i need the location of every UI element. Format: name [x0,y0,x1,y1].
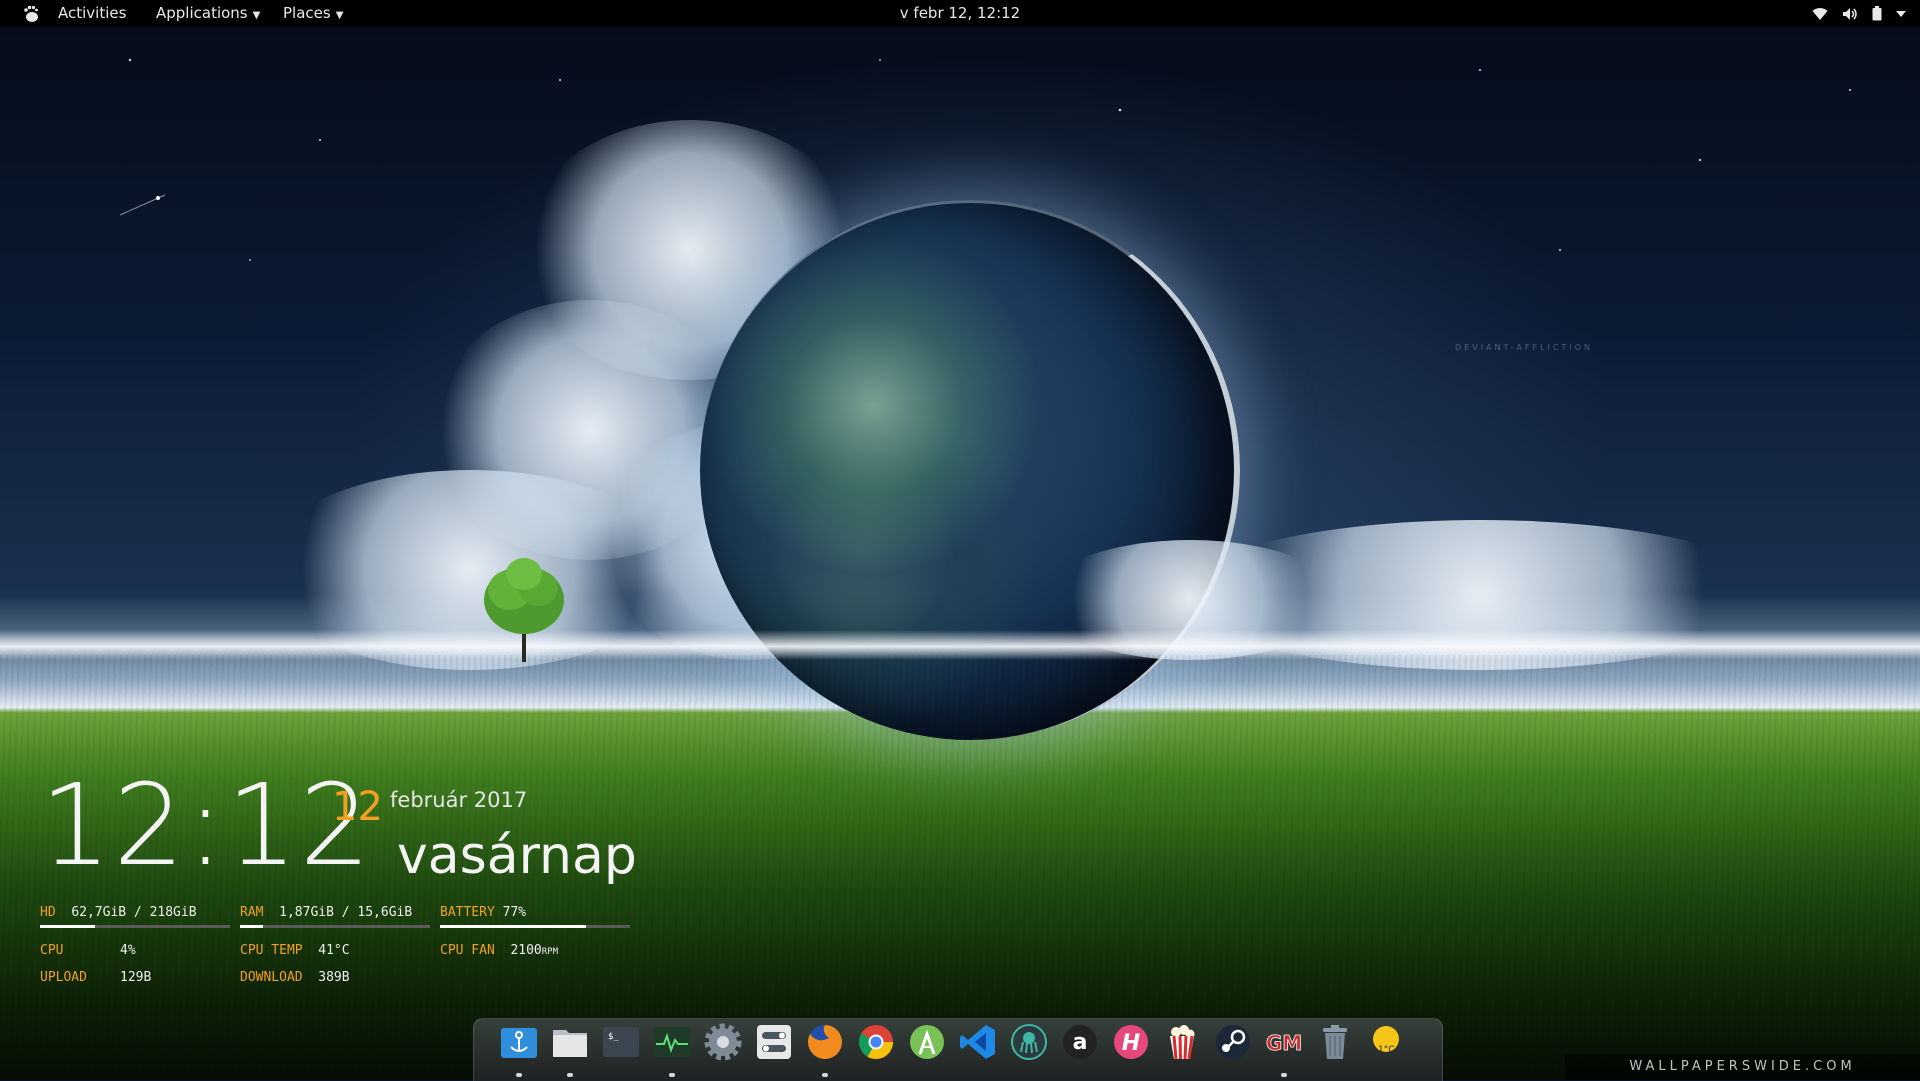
gnome-foot-icon[interactable] [20,0,42,27]
ram-label: RAM [240,905,264,920]
battery-label: BATTERY [440,905,495,920]
activities-button[interactable]: Activities [58,0,126,27]
battery-stat: BATTERY 77% [440,905,630,928]
amazon-icon[interactable]: a [1058,1020,1102,1064]
cpu-temp-label: CPU TEMP [240,943,303,958]
weather-temperature: 1°C [1378,1045,1395,1055]
system-tray[interactable] [1812,0,1906,27]
hd-value: 62,7GiB / 218GiB [71,905,197,920]
conky-time: 12:12 [40,761,373,891]
site-watermark: WALLPAPERSWIDE.COM [1565,1054,1920,1080]
conky-day: 12 [332,784,383,830]
applications-menu[interactable]: Applications ▼ [156,0,260,27]
steam-icon[interactable] [1211,1020,1255,1064]
cpu-temp-stat: CPU TEMP 41°C [240,943,350,958]
trash-icon[interactable] [1313,1020,1357,1064]
vscode-icon[interactable] [956,1020,1000,1064]
upload-stat: UPLOAD 129B [40,970,151,985]
cpu-label: CPU [40,943,64,958]
battery-icon [1872,6,1882,21]
hyper-icon[interactable]: H [1109,1020,1153,1064]
ram-usage-bar [240,925,430,928]
running-indicator [567,1073,573,1077]
cpu-temp-value: 41°C [318,943,350,958]
cpu-stat: CPU 4% [40,943,136,958]
hd-label: HD [40,905,56,920]
cpu-fan-label: CPU FAN [440,943,495,958]
popcorn-time-icon[interactable] [1160,1020,1204,1064]
svg-text:H: H [1122,1031,1140,1056]
gitkraken-icon[interactable] [1007,1020,1051,1064]
places-menu[interactable]: Places ▼ [283,0,343,27]
settings-gear-icon[interactable] [701,1020,745,1064]
android-studio-icon[interactable] [905,1020,949,1064]
volume-icon [1843,7,1857,20]
wallpaper-signature: DEVIANT-AFFLICTION [1455,343,1593,352]
download-stat: DOWNLOAD 389B [240,970,350,985]
tree [484,558,564,662]
caret-down-icon: ▼ [252,10,261,21]
top-panel: Activities Applications ▼ Places ▼ v febr … [0,0,1920,27]
conky-month-year: február 2017 [390,788,528,812]
cpu-value: 4% [120,943,136,958]
applications-label: Applications [156,4,248,22]
battery-level-fill [440,925,587,928]
caret-down-icon: ▼ [335,10,344,21]
cpu-fan-stat: CPU FAN 2100RPM [440,943,558,958]
download-label: DOWNLOAD [240,970,303,985]
svg-text:$_: $_ [608,1032,619,1042]
cpu-fan-unit: RPM [541,947,559,957]
hd-stat: HD 62,7GiB / 218GiB [40,905,230,928]
battery-level-bar [440,925,630,928]
svg-text:GM: GM [1266,1031,1302,1055]
ram-usage-fill [240,925,263,928]
anchor-app-icon[interactable] [497,1020,541,1064]
system-monitor-icon[interactable] [650,1020,694,1064]
battery-value: 77% [502,905,527,920]
tweaks-icon[interactable] [752,1020,796,1064]
upload-value: 129B [120,970,152,985]
running-indicator [669,1073,675,1077]
upload-label: UPLOAD [40,970,87,985]
places-label: Places [283,4,331,22]
conky-weekday: vasárnap [397,826,637,886]
chrome-icon[interactable] [854,1020,898,1064]
running-indicator [516,1073,522,1077]
clock-button[interactable]: v febr 12, 12:12 [900,4,1020,22]
gm-icon[interactable]: GM [1262,1020,1306,1064]
running-indicator [1281,1073,1287,1077]
svg-text:a: a [1073,1030,1088,1055]
hd-usage-bar [40,925,230,928]
weather-icon[interactable]: 1°C [1364,1020,1408,1064]
hd-usage-fill [40,925,96,928]
cpu-fan-value: 2100 [510,943,542,958]
ram-stat: RAM 1,87GiB / 15,6GiB [240,905,430,928]
power-menu-icon [1896,10,1906,17]
download-value: 389B [318,970,350,985]
wifi-icon [1812,7,1828,20]
firefox-icon[interactable] [803,1020,847,1064]
running-indicator [822,1073,828,1077]
ram-value: 1,87GiB / 15,6GiB [279,905,413,920]
files-icon[interactable] [548,1020,592,1064]
terminal-icon[interactable]: $_ [599,1020,643,1064]
